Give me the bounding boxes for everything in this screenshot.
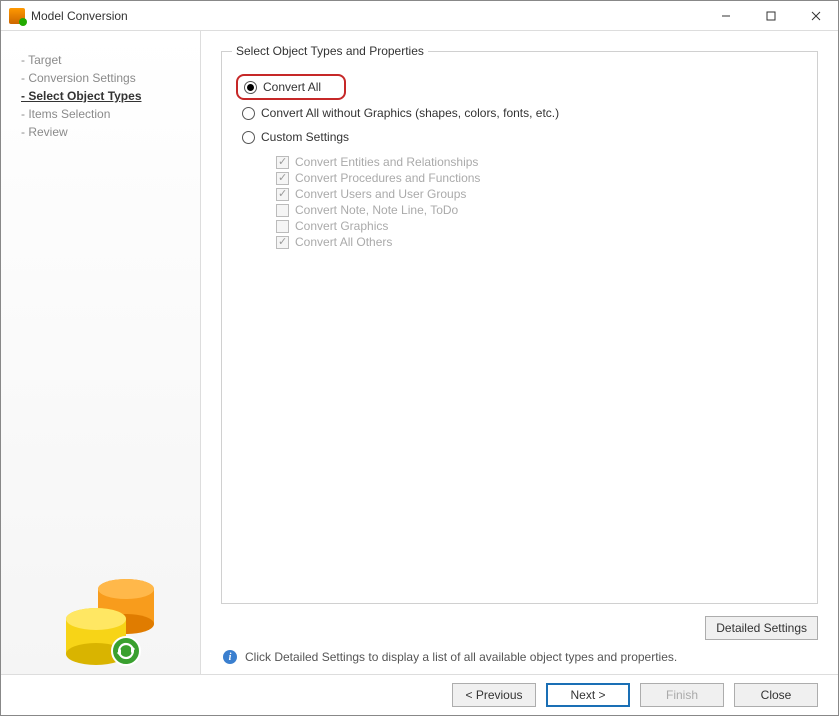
- detailed-settings-button[interactable]: Detailed Settings: [705, 616, 818, 640]
- hint-row: i Click Detailed Settings to display a l…: [221, 650, 818, 664]
- previous-button[interactable]: < Previous: [452, 683, 536, 707]
- radio-label: Convert All without Graphics (shapes, co…: [261, 106, 559, 120]
- info-icon: i: [223, 650, 237, 664]
- object-types-groupbox: Select Object Types and Properties Conve…: [221, 51, 818, 604]
- hint-text: Click Detailed Settings to display a lis…: [245, 650, 677, 664]
- groupbox-title: Select Object Types and Properties: [232, 44, 428, 58]
- checkbox-icon: [276, 236, 289, 249]
- detailed-settings-row: Detailed Settings: [221, 616, 818, 640]
- titlebar: Model Conversion: [1, 1, 838, 31]
- step-conversion-settings[interactable]: - Conversion Settings: [21, 69, 190, 87]
- checkbox-label: Convert Note, Note Line, ToDo: [295, 203, 458, 217]
- radio-icon: [242, 107, 255, 120]
- check-entities: Convert Entities and Relationships: [276, 154, 803, 170]
- checkbox-icon: [276, 172, 289, 185]
- wizard-footer: < Previous Next > Finish Close: [1, 675, 838, 715]
- radio-convert-all[interactable]: Convert All: [236, 74, 346, 100]
- radio-custom-settings[interactable]: Custom Settings: [236, 126, 803, 148]
- minimize-button[interactable]: [703, 1, 748, 30]
- check-note: Convert Note, Note Line, ToDo: [276, 202, 803, 218]
- close-button[interactable]: Close: [734, 683, 818, 707]
- finish-button: Finish: [640, 683, 724, 707]
- radio-label: Custom Settings: [261, 130, 349, 144]
- maximize-button[interactable]: [748, 1, 793, 30]
- custom-subchecks: Convert Entities and Relationships Conve…: [276, 154, 803, 250]
- check-procedures: Convert Procedures and Functions: [276, 170, 803, 186]
- wizard-body: - Target - Conversion Settings - Select …: [1, 31, 838, 675]
- checkbox-label: Convert All Others: [295, 235, 392, 249]
- radio-icon: [242, 131, 255, 144]
- radio-icon: [244, 81, 257, 94]
- app-icon: [9, 8, 25, 24]
- sidebar-db-icon: [51, 569, 171, 669]
- check-graphics: Convert Graphics: [276, 218, 803, 234]
- close-window-button[interactable]: [793, 1, 838, 30]
- step-target[interactable]: - Target: [21, 51, 190, 69]
- check-users: Convert Users and User Groups: [276, 186, 803, 202]
- checkbox-icon: [276, 156, 289, 169]
- step-items-selection[interactable]: - Items Selection: [21, 105, 190, 123]
- check-others: Convert All Others: [276, 234, 803, 250]
- checkbox-label: Convert Users and User Groups: [295, 187, 466, 201]
- checkbox-label: Convert Graphics: [295, 219, 388, 233]
- radio-label: Convert All: [263, 80, 321, 94]
- checkbox-label: Convert Procedures and Functions: [295, 171, 480, 185]
- checkbox-icon: [276, 220, 289, 233]
- step-select-object-types[interactable]: - Select Object Types: [21, 87, 190, 105]
- next-button[interactable]: Next >: [546, 683, 630, 707]
- checkbox-label: Convert Entities and Relationships: [295, 155, 478, 169]
- window-controls: [703, 1, 838, 30]
- model-conversion-window: Model Conversion - Target - Conversion S…: [0, 0, 839, 716]
- radio-without-graphics[interactable]: Convert All without Graphics (shapes, co…: [236, 102, 803, 124]
- window-title: Model Conversion: [31, 9, 128, 23]
- below-group-area: Detailed Settings i Click Detailed Setti…: [221, 616, 818, 664]
- checkbox-icon: [276, 204, 289, 217]
- checkbox-icon: [276, 188, 289, 201]
- wizard-sidebar: - Target - Conversion Settings - Select …: [1, 31, 201, 674]
- wizard-main: Select Object Types and Properties Conve…: [201, 31, 838, 674]
- step-review[interactable]: - Review: [21, 123, 190, 141]
